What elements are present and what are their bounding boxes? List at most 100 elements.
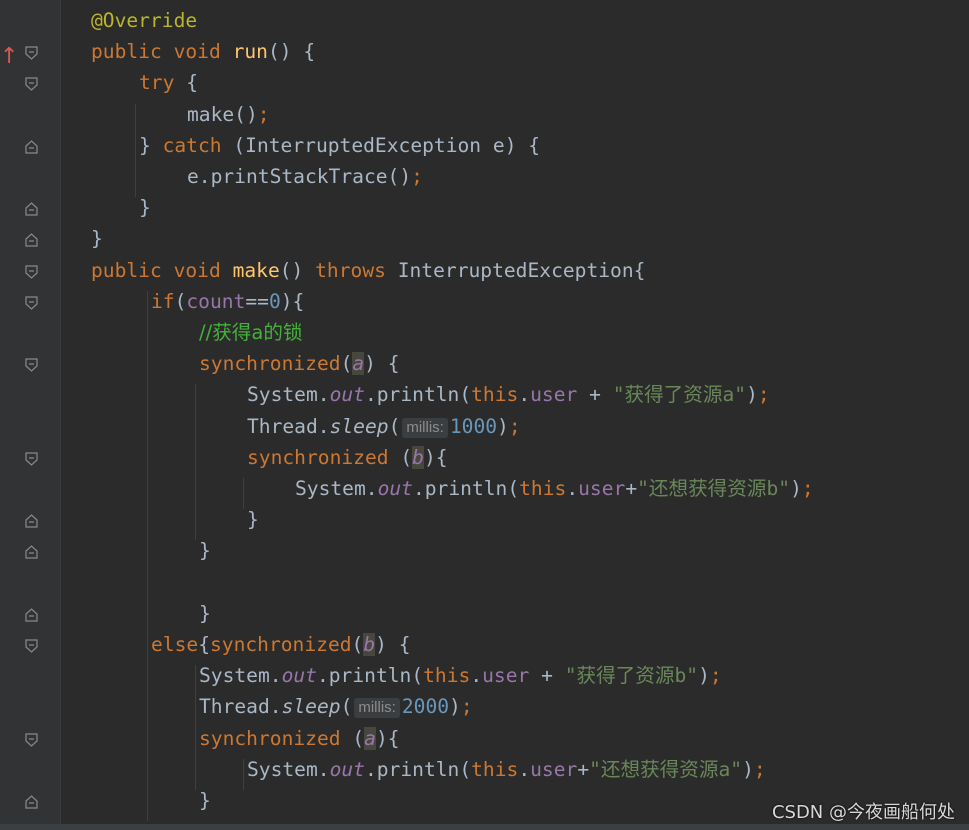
code-line[interactable]: System.out.println(this.user + "获得了资源a")…	[0, 378, 969, 409]
code-token: )	[790, 477, 802, 500]
code-token: ){	[280, 289, 305, 313]
code-line-text: synchronized (a){	[199, 726, 400, 750]
code-line[interactable]: if(count==0){	[0, 285, 969, 316]
code-line[interactable]: System.out.println(this.user+"还想获得资源b");	[0, 472, 969, 503]
code-token: this	[471, 757, 519, 781]
fold-marker-icon[interactable]	[25, 732, 38, 747]
code-token: ==	[245, 289, 269, 313]
code-line-text: }	[139, 197, 151, 219]
code-line[interactable]: }	[0, 597, 969, 628]
code-token: ){	[423, 445, 448, 469]
fold-marker-icon[interactable]	[25, 139, 38, 154]
code-line[interactable]: System.out.println(this.user+"还想获得资源a");	[0, 753, 969, 784]
code-token: catch	[162, 133, 234, 157]
indent-guide	[195, 665, 196, 790]
code-line[interactable]: try {	[0, 66, 969, 97]
fold-marker-icon[interactable]	[25, 452, 38, 466]
code-line[interactable]: synchronized(a) {	[0, 347, 969, 378]
code-token: (InterruptedException e) {	[233, 133, 541, 157]
code-line[interactable]: }	[0, 503, 969, 534]
code-line[interactable]: e.printStackTrace();	[0, 160, 969, 191]
fold-marker-icon[interactable]	[25, 795, 38, 809]
code-line-text: make();	[187, 102, 270, 126]
fold-marker-icon[interactable]	[25, 545, 38, 559]
code-token: sleep	[281, 695, 341, 719]
code-token: user	[530, 757, 578, 781]
fold-marker-icon[interactable]	[25, 233, 38, 247]
code-token: out	[329, 757, 365, 781]
fold-marker-icon[interactable]	[25, 296, 38, 310]
code-token: ){	[375, 726, 400, 750]
code-line[interactable]	[0, 566, 969, 597]
code-line-text: e.printStackTrace();	[187, 166, 423, 188]
code-token: synchronized	[199, 726, 353, 750]
code-token: count	[186, 289, 246, 313]
horizontal-scrollbar[interactable]	[0, 824, 969, 830]
code-token: }	[199, 789, 211, 812]
code-line[interactable]: System.out.println(this.user + "获得了资源b")…	[0, 659, 969, 690]
fold-marker-icon[interactable]	[25, 639, 38, 653]
indent-guide	[195, 384, 196, 541]
code-token: )	[449, 695, 461, 719]
code-line[interactable]: Thread.sleep(millis: 1000);	[0, 410, 969, 441]
code-token: )	[746, 383, 758, 407]
code-token: () {	[267, 40, 316, 64]
code-line[interactable]: }	[0, 191, 969, 222]
code-line-text: }	[199, 540, 211, 562]
code-line[interactable]: else{synchronized(b) {	[0, 628, 969, 659]
code-token: a	[352, 352, 365, 376]
code-token: .println(	[364, 383, 472, 407]
code-token: (	[400, 445, 413, 469]
code-line-text: } catch (InterruptedException e) {	[139, 133, 541, 157]
code-token: ;	[508, 414, 521, 438]
code-line[interactable]: synchronized (a){	[0, 722, 969, 753]
code-token: user	[578, 477, 626, 500]
code-token: ;	[257, 102, 270, 126]
code-token: make()	[187, 102, 258, 126]
code-token: //获得a的锁	[199, 321, 303, 344]
code-token: "获得了资源b"	[564, 664, 699, 688]
code-line[interactable]: } catch (InterruptedException e) {	[0, 129, 969, 160]
code-token: ()	[279, 258, 316, 282]
code-line[interactable]: public void make() throws InterruptedExc…	[0, 254, 969, 285]
code-token: {	[186, 71, 198, 95]
code-line[interactable]: }	[0, 222, 969, 253]
code-token: +	[529, 664, 565, 688]
code-token: .println(	[364, 757, 472, 781]
code-token: ;	[411, 165, 423, 188]
indent-guide	[243, 478, 244, 510]
fold-marker-icon[interactable]	[25, 202, 38, 216]
code-line[interactable]: //获得a的锁	[0, 316, 969, 347]
code-editor[interactable]: ↑ @Override public void run() {try {make(…	[0, 0, 969, 824]
code-token: b	[363, 633, 376, 656]
code-token: make	[232, 258, 280, 282]
code-token: try	[139, 71, 187, 95]
fold-marker-icon[interactable]	[25, 77, 38, 92]
fold-marker-icon[interactable]	[25, 514, 38, 528]
watermark: CSDN @今夜画船何处	[771, 802, 955, 823]
code-token: throws	[315, 258, 398, 282]
fold-marker-icon[interactable]	[25, 607, 38, 622]
fold-marker-icon[interactable]	[25, 264, 38, 279]
code-token: 0	[268, 289, 281, 313]
fold-marker-icon[interactable]	[25, 358, 38, 372]
code-token: Thread.	[247, 414, 330, 438]
indent-guide	[135, 103, 136, 166]
code-line[interactable]: make();	[0, 98, 969, 129]
code-token: out	[329, 383, 365, 407]
code-line-text: System.out.println(this.user+"还想获得资源a");	[247, 757, 766, 781]
code-line[interactable]: public void run() {	[0, 35, 969, 66]
code-token: System.	[247, 383, 330, 407]
code-token: .	[518, 757, 531, 781]
code-token: System.	[295, 477, 378, 500]
code-token: ;	[757, 383, 770, 407]
code-line-text: }	[199, 790, 211, 812]
code-line[interactable]: @Override	[0, 4, 969, 35]
code-line[interactable]: synchronized (b){	[0, 441, 969, 472]
code-line[interactable]: Thread.sleep(millis: 2000);	[0, 690, 969, 721]
code-token: b	[412, 445, 424, 469]
code-token: "还想获得资源a"	[589, 757, 743, 781]
fold-marker-icon[interactable]	[25, 46, 38, 60]
code-token: run	[232, 40, 268, 64]
code-line[interactable]: }	[0, 534, 969, 565]
